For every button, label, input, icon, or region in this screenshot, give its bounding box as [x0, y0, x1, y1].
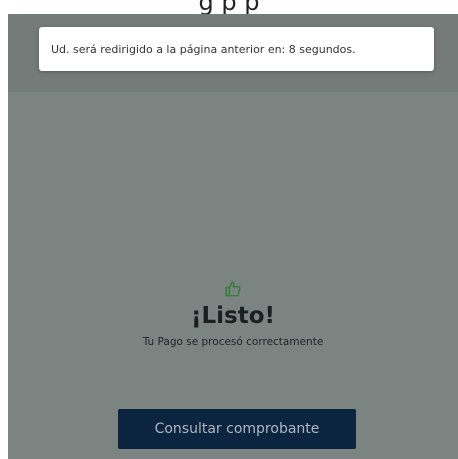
screen: g p p Ud. será redirigido a la página an… — [0, 0, 458, 459]
redirect-toast: Ud. será redirigido a la página anterior… — [39, 27, 434, 71]
redirect-message: Ud. será redirigido a la página anterior… — [51, 42, 356, 56]
success-subtitle: Tu Pago se procesó correctamente — [142, 336, 324, 348]
top-partial-banner: g p p — [0, 0, 458, 16]
payment-success-panel: ¡Listo! Tu Pago se procesó correctamente — [8, 280, 458, 348]
thumbs-up-icon — [225, 281, 241, 297]
consult-receipt-button[interactable]: Consultar comprobante — [118, 409, 356, 449]
success-title: ¡Listo! — [190, 303, 275, 329]
